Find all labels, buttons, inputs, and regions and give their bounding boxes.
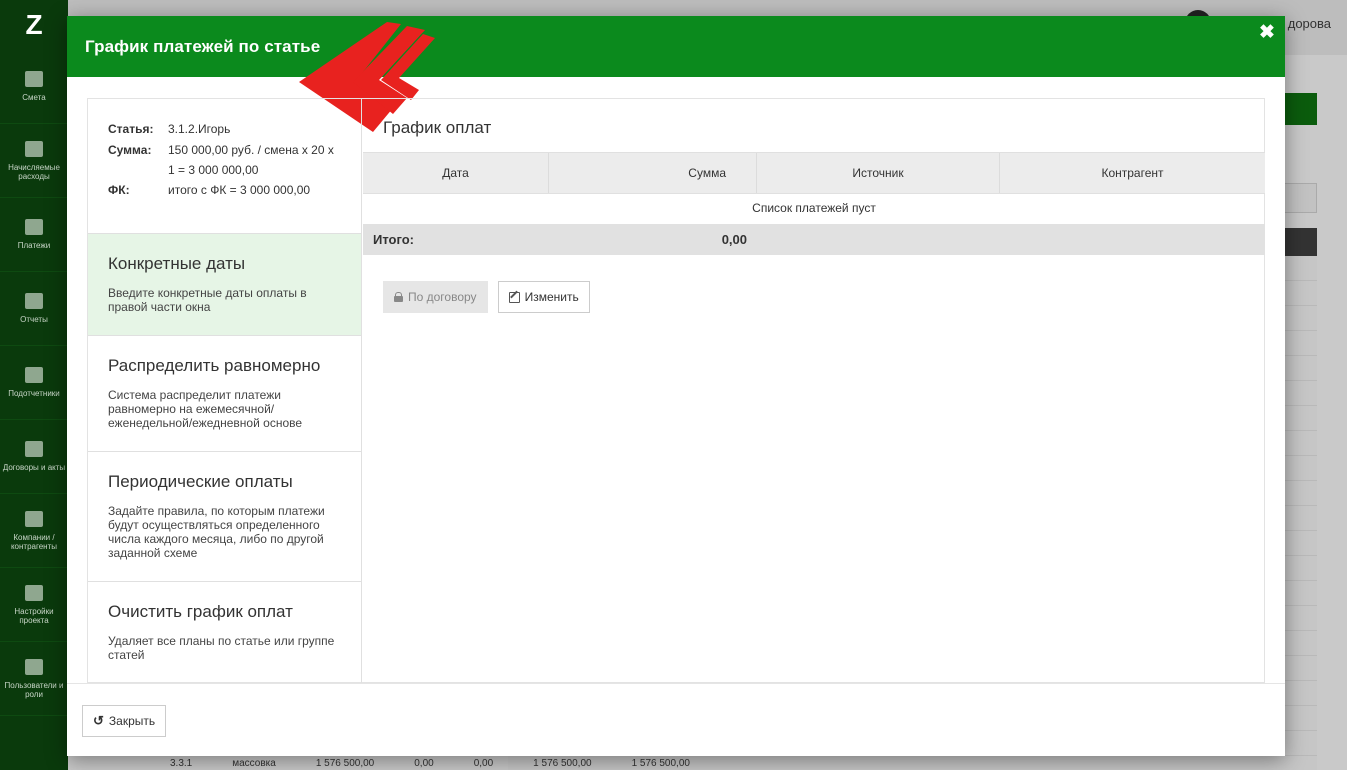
options-panel: Статья: 3.1.2.Игорь Сумма: 150 000,00 ру… [88,99,362,684]
row-name: массовка [232,758,276,769]
close-button[interactable]: ↺ Закрыть [82,705,167,737]
sidebar-item-accrued[interactable]: Начисляемые расходы [0,124,68,198]
edit-button[interactable]: Изменить [497,281,590,313]
modal-title: График платежей по статье [85,37,321,56]
sum-row: Сумма: 150 000,00 руб. / смена х 20 х 1 … [108,140,341,180]
option-periodic-payments[interactable]: Периодические оплаты Задайте правила, по… [88,452,361,582]
person-icon [25,510,43,527]
option-desc: Удаляет все планы по статье или группе с… [108,634,335,662]
option-title: Конкретные даты [108,254,246,273]
total-row: Итого: 0,00 [363,224,1265,255]
users-icon [25,658,43,675]
app-logo[interactable]: Z [0,0,68,50]
by-contract-label: По договору [408,290,477,304]
sidebar: Z Смета Начисляемые расходы Платежи Отче… [0,0,68,770]
option-title: Очистить график оплат [108,602,293,621]
schedule-panel: График оплат Дата Сумма Источник Контраг… [363,99,1265,682]
row-value: 1 576 500,00 [631,758,690,769]
column-sum[interactable]: Сумма [549,153,757,193]
total-value: 0,00 [721,232,747,247]
option-specific-dates[interactable]: Конкретные даты Введите конкретные даты … [88,234,361,336]
article-value: 3.1.2.Игорь [168,122,231,136]
option-desc: Задайте правила, по которым платежи буду… [108,504,325,560]
bar-chart-icon [25,293,43,309]
app-last-row: 3.3.1 массовка 1 576 500,00 0,00 0,00 1 … [90,758,1250,770]
lock-icon [394,292,403,302]
row-value: 1 576 500,00 [315,758,375,769]
article-label: Статья: [108,122,154,136]
payments-table: Дата Сумма Источник Контрагент Список пл… [363,152,1265,255]
sum-value: 150 000,00 руб. / смена х 20 х 1 = 3 000… [168,143,334,177]
row-value: 0,00 [473,758,494,769]
table-header: Дата Сумма Источник Контрагент [363,152,1265,194]
column-counterparty[interactable]: Контрагент [1000,153,1265,193]
option-desc: Введите конкретные даты оплаты в правой … [108,286,307,314]
fk-row: ФК: итого с ФК = 3 000 000,00 [108,180,341,200]
sidebar-item-settings[interactable]: Настройки проекта [0,568,68,642]
modal-body: Статья: 3.1.2.Игорь Сумма: 150 000,00 ру… [87,98,1265,684]
edit-label: Изменить [524,290,579,304]
column-source[interactable]: Источник [757,153,1000,193]
option-title: Распределить равномерно [108,356,321,375]
column-date[interactable]: Дата [363,153,549,193]
by-contract-button[interactable]: По договору [383,281,488,313]
list-icon [25,441,43,457]
edit-icon [508,291,520,303]
sliders-icon [25,584,43,601]
sidebar-item-users[interactable]: Пользователи и роли [0,642,68,716]
fk-label: ФК: [108,183,130,197]
total-label: Итого: [373,232,414,247]
sidebar-item-accountables[interactable]: Подотчетники [0,346,68,420]
option-distribute-evenly[interactable]: Распределить равномерно Система распреде… [88,336,361,452]
option-title: Периодические оплаты [108,472,293,491]
sidebar-item-payments[interactable]: Платежи [0,198,68,272]
user-name[interactable]: дорова [1288,16,1331,31]
modal-footer: ↺ Закрыть [67,683,1285,756]
sum-label: Сумма: [108,143,152,157]
table-icon [25,219,43,235]
close-label: Закрыть [108,714,156,728]
option-desc: Система распределит платежи равномерно н… [108,388,303,430]
sidebar-item-smeta[interactable]: Смета [0,50,68,124]
option-clear-schedule[interactable]: Очистить график оплат Удаляет все планы … [88,582,361,684]
row-code: 3.3.1 [170,758,193,769]
calendar-icon [25,140,43,157]
article-info: Статья: 3.1.2.Игорь Сумма: 150 000,00 ру… [88,99,361,234]
close-icon[interactable]: ✖ [1258,23,1276,42]
empty-message: Список платежей пуст [752,201,876,215]
sidebar-item-companies[interactable]: Компании / контрагенты [0,494,68,568]
book-icon [25,71,43,87]
sidebar-item-contracts[interactable]: Договоры и акты [0,420,68,494]
undo-icon: ↺ [93,713,104,728]
article-row: Статья: 3.1.2.Игорь [108,119,341,139]
schedule-title: График оплат [383,118,492,137]
fk-value: итого с ФК = 3 000 000,00 [168,183,311,197]
schedule-actions: По договору Изменить [383,281,590,313]
modal-header: График платежей по статье ✖ [67,16,1285,77]
payment-schedule-modal: График платежей по статье ✖ Статья: 3.1.… [67,16,1285,756]
row-value: 1 576 500,00 [533,758,592,769]
sidebar-item-reports[interactable]: Отчеты [0,272,68,346]
briefcase-icon [25,367,43,383]
row-value: 0,00 [414,758,434,769]
